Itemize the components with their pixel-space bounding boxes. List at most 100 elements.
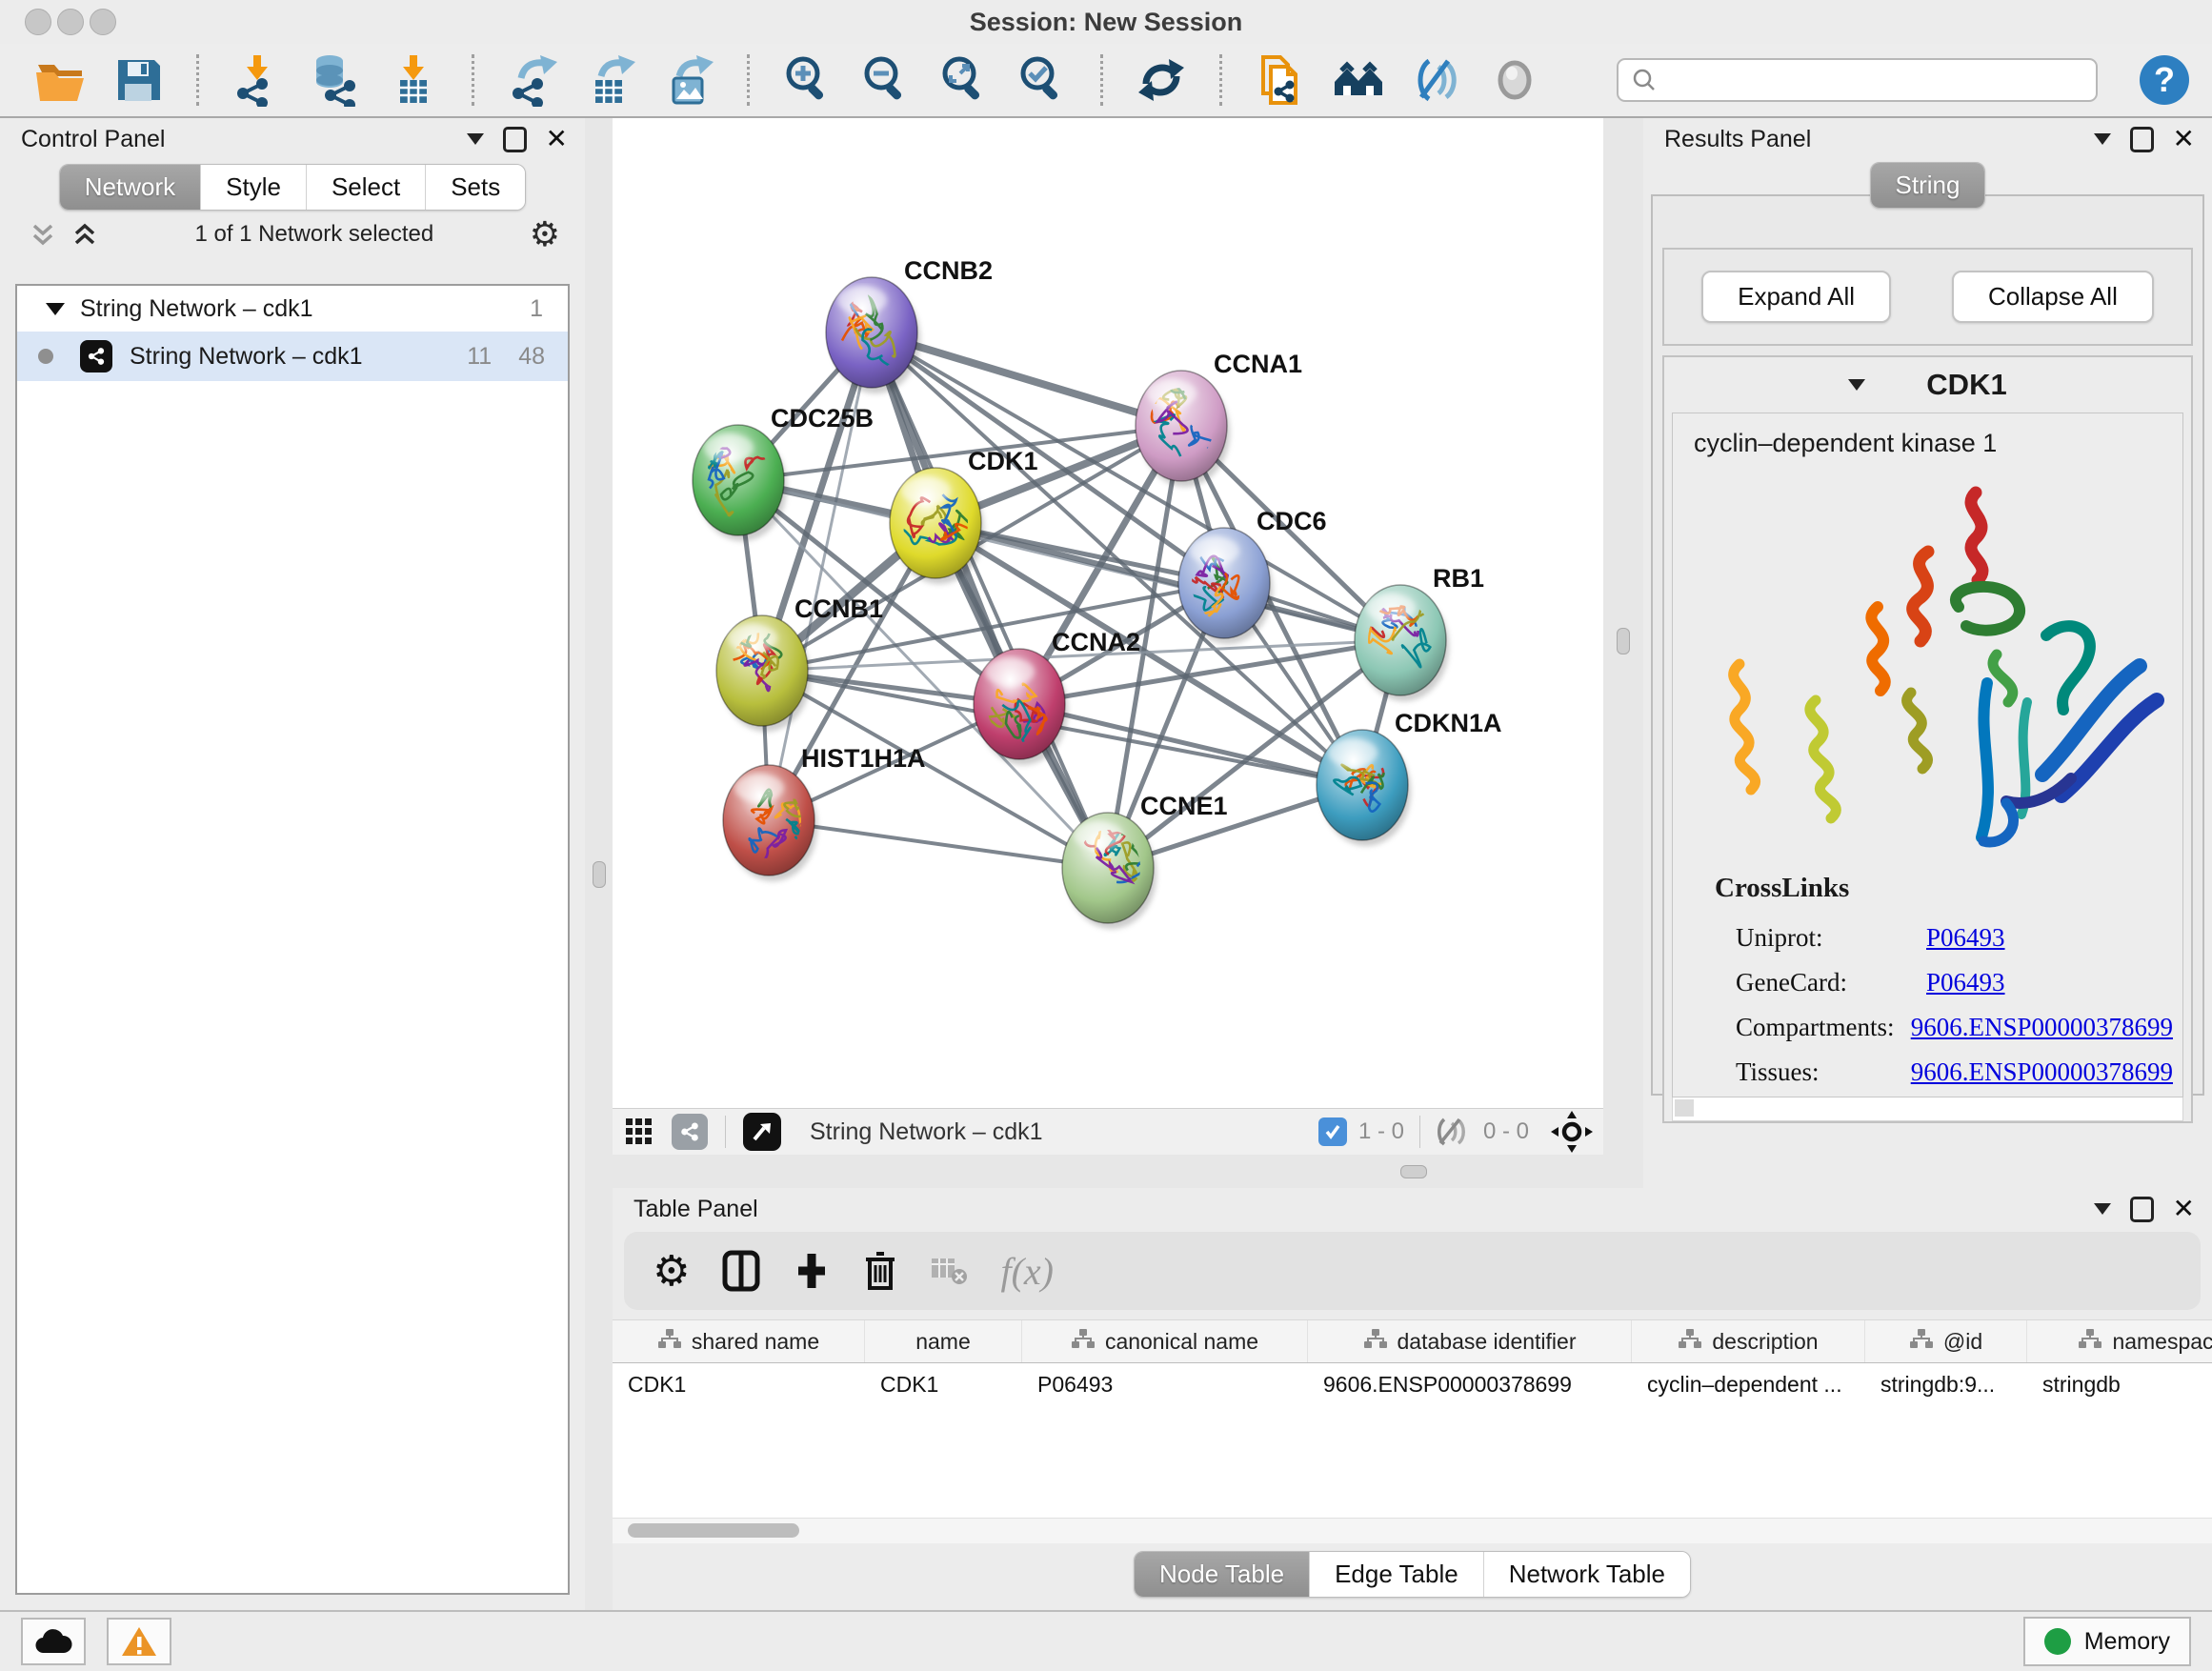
node-RB1[interactable]: RB1 bbox=[1353, 564, 1484, 701]
table-cell[interactable]: CDK1 bbox=[613, 1363, 865, 1405]
zoom-out-icon[interactable] bbox=[858, 52, 914, 108]
network-row-selected[interactable]: String Network – cdk1 11 48 bbox=[17, 332, 568, 381]
column-header--id[interactable]: @id bbox=[1865, 1320, 2027, 1362]
node-CDC25B[interactable]: CDC25B bbox=[693, 404, 874, 541]
share-network-file-icon[interactable] bbox=[1253, 52, 1308, 108]
delete-column-icon[interactable] bbox=[863, 1250, 897, 1292]
zoom-fit-icon[interactable] bbox=[936, 52, 992, 108]
splitter-handle[interactable] bbox=[1400, 1165, 1427, 1178]
import-table-file-icon[interactable] bbox=[386, 52, 441, 108]
table-row[interactable]: CDK1CDK1P064939606.ENSP00000378699cyclin… bbox=[613, 1363, 2212, 1405]
tab-node-table[interactable]: Node Table bbox=[1135, 1552, 1310, 1597]
grid-view-icon[interactable] bbox=[624, 1115, 658, 1149]
table-cell[interactable]: stringdb:9... bbox=[1865, 1363, 2027, 1405]
protein-section-header[interactable]: CDK1 bbox=[1664, 357, 2191, 413]
export-table-icon[interactable] bbox=[583, 52, 638, 108]
network-collection-row[interactable]: String Network – cdk1 1 bbox=[17, 286, 568, 332]
search-input[interactable] bbox=[1666, 66, 2082, 94]
tab-select[interactable]: Select bbox=[307, 165, 426, 210]
close-panel-icon[interactable]: ✕ bbox=[2173, 126, 2195, 152]
float-panel-icon[interactable] bbox=[2130, 127, 2154, 152]
zoom-in-icon[interactable] bbox=[780, 52, 835, 108]
selected-checkbox-icon[interactable] bbox=[1318, 1117, 1347, 1146]
hidden-eye-icon[interactable] bbox=[1436, 1116, 1472, 1148]
column-header-description[interactable]: description bbox=[1632, 1320, 1865, 1362]
column-header-namespac[interactable]: namespac bbox=[2027, 1320, 2212, 1362]
save-session-icon[interactable] bbox=[111, 52, 166, 108]
manage-columns-icon[interactable] bbox=[722, 1250, 760, 1292]
memory-button[interactable]: Memory bbox=[2023, 1617, 2191, 1666]
collapse-all-button[interactable]: Collapse All bbox=[1952, 271, 2154, 323]
table-hscrollbar[interactable] bbox=[613, 1518, 2212, 1543]
tab-edge-table[interactable]: Edge Table bbox=[1310, 1552, 1484, 1597]
string-badge-icon[interactable] bbox=[672, 1114, 708, 1150]
tab-sets[interactable]: Sets bbox=[426, 165, 525, 210]
import-network-file-icon[interactable] bbox=[230, 52, 285, 108]
splitter-handle[interactable] bbox=[1617, 628, 1630, 654]
hscroll-thumb[interactable] bbox=[628, 1523, 799, 1538]
collapse-all-icon[interactable] bbox=[29, 220, 57, 249]
tab-network[interactable]: Network bbox=[60, 165, 201, 210]
column-header-name[interactable]: name bbox=[865, 1320, 1022, 1362]
column-header-database-identifier[interactable]: database identifier bbox=[1308, 1320, 1632, 1362]
float-panel-icon[interactable] bbox=[2130, 1197, 2154, 1222]
close-panel-icon[interactable]: ✕ bbox=[2173, 1196, 2195, 1222]
crosslink-link[interactable]: P06493 bbox=[1926, 923, 2005, 953]
hide-glasses-icon[interactable] bbox=[1409, 52, 1464, 108]
node-CCNE1[interactable]: CCNE1 bbox=[1062, 792, 1228, 929]
panel-menu-icon[interactable] bbox=[2094, 1203, 2111, 1215]
node-HIST1H1A[interactable]: HIST1H1A bbox=[723, 744, 926, 881]
warning-button[interactable] bbox=[107, 1618, 171, 1665]
tab-style[interactable]: Style bbox=[201, 165, 307, 210]
close-panel-icon[interactable]: ✕ bbox=[546, 126, 568, 152]
left-splitter[interactable] bbox=[585, 118, 613, 1610]
expand-all-icon[interactable] bbox=[70, 220, 99, 249]
right-splitter[interactable] bbox=[1603, 118, 1643, 1155]
table-cell[interactable]: CDK1 bbox=[865, 1363, 1022, 1405]
splitter-handle[interactable] bbox=[593, 861, 606, 888]
node-CDK1[interactable]: CDK1 bbox=[890, 447, 1038, 584]
collapse-section-icon[interactable] bbox=[1848, 379, 1865, 391]
crosshair-icon[interactable] bbox=[1550, 1110, 1594, 1154]
string-home-icon[interactable] bbox=[1331, 52, 1386, 108]
results-scroll-strip[interactable] bbox=[1672, 1097, 2183, 1121]
tab-network-table[interactable]: Network Table bbox=[1484, 1552, 1690, 1597]
import-network-database-icon[interactable] bbox=[308, 52, 363, 108]
node-CDC6[interactable]: CDC6 bbox=[1178, 507, 1327, 644]
refresh-icon[interactable] bbox=[1134, 52, 1189, 108]
zoom-selected-icon[interactable] bbox=[1015, 52, 1070, 108]
node-CCNA1[interactable]: CCNA1 bbox=[1136, 350, 1302, 487]
node-label-CDKN1A: CDKN1A bbox=[1395, 709, 1502, 737]
node-CCNB2[interactable]: CCNB2 bbox=[820, 256, 993, 393]
table-cell[interactable]: stringdb bbox=[2027, 1363, 2212, 1405]
crosslink-link[interactable]: 9606.ENSP00000378699 bbox=[1911, 1013, 2173, 1042]
help-icon[interactable]: ? bbox=[2140, 55, 2189, 105]
table-settings-gear-icon[interactable]: ⚙ bbox=[653, 1247, 690, 1296]
float-panel-icon[interactable] bbox=[503, 127, 527, 152]
crosslink-link[interactable]: P06493 bbox=[1926, 968, 2005, 997]
crosslink-link[interactable]: 9606.ENSP00000378699 bbox=[1911, 1057, 2173, 1087]
open-session-icon[interactable] bbox=[32, 52, 88, 108]
collection-expand-icon[interactable] bbox=[46, 303, 65, 315]
table-toolbar: ⚙ f(x) bbox=[624, 1232, 2201, 1310]
export-image-icon[interactable] bbox=[661, 52, 716, 108]
open-in-window-icon[interactable] bbox=[743, 1113, 781, 1151]
column-header-shared-name[interactable]: shared name bbox=[613, 1320, 865, 1362]
network-graph[interactable]: CCNB2CCNA1CDC25BCDK1CDC6RB1CCNB1CCNA2CDK… bbox=[613, 118, 1603, 1108]
panel-menu-icon[interactable] bbox=[467, 133, 484, 145]
node-CDKN1A[interactable]: CDKN1A bbox=[1317, 709, 1502, 846]
search-field[interactable] bbox=[1617, 58, 2098, 102]
export-network-icon[interactable] bbox=[505, 52, 560, 108]
table-cell[interactable]: 9606.ENSP00000378699 bbox=[1308, 1363, 1632, 1405]
table-cell[interactable]: cyclin–dependent ... bbox=[1632, 1363, 1865, 1405]
panel-menu-icon[interactable] bbox=[2094, 133, 2111, 145]
column-header-canonical-name[interactable]: canonical name bbox=[1022, 1320, 1308, 1362]
expand-all-button[interactable]: Expand All bbox=[1701, 271, 1891, 323]
cloud-button[interactable] bbox=[21, 1618, 86, 1665]
network-options-gear-icon[interactable]: ⚙ bbox=[530, 217, 560, 252]
network-canvas[interactable]: CCNB2CCNA1CDC25BCDK1CDC6RB1CCNB1CCNA2CDK… bbox=[613, 118, 1603, 1155]
add-column-icon[interactable] bbox=[793, 1250, 831, 1292]
table-cell[interactable]: P06493 bbox=[1022, 1363, 1308, 1405]
preview-eye-icon[interactable] bbox=[1487, 52, 1542, 108]
tab-string[interactable]: String bbox=[1871, 163, 1985, 208]
